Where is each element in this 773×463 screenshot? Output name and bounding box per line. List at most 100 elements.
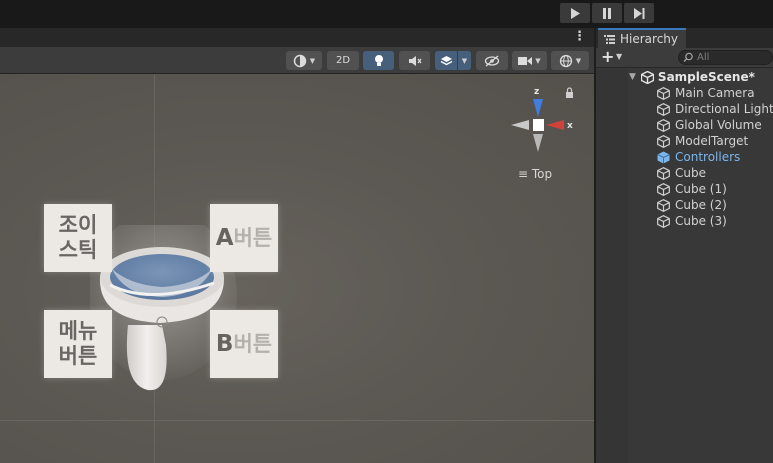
prefab-cube-icon xyxy=(657,151,670,163)
hierarchy-item[interactable]: Cube xyxy=(596,165,773,181)
effects-toggle[interactable] xyxy=(435,51,457,70)
shading-mode-button[interactable]: ▼ xyxy=(286,51,322,70)
gameobject-cube-icon xyxy=(657,214,670,228)
unity-scene-icon xyxy=(640,70,654,84)
b-button-label-rest: 버튼 xyxy=(233,331,273,356)
effects-layers-icon xyxy=(440,55,452,65)
gameobject-cube-icon xyxy=(657,166,670,180)
chevron-down-icon: ▼ xyxy=(575,56,582,65)
hierarchy-item-label: Controllers xyxy=(675,150,741,164)
lightbulb-icon xyxy=(374,55,383,66)
2d-label: 2D xyxy=(335,55,351,66)
neg-x-axis-cone[interactable] xyxy=(511,120,529,130)
hierarchy-item[interactable]: Global Volume xyxy=(596,117,773,133)
gameobject-cube-icon xyxy=(657,134,670,148)
audio-toggle[interactable] xyxy=(399,51,430,70)
hierarchy-item[interactable]: Main Camera xyxy=(596,85,773,101)
hierarchy-item[interactable]: Directional Light xyxy=(596,101,773,117)
hierarchy-item[interactable]: Cube (2) xyxy=(596,197,773,213)
hierarchy-item-label: Cube (1) xyxy=(675,182,727,196)
hierarchy-item[interactable]: Cube (1) xyxy=(596,181,773,197)
list-icon xyxy=(604,34,615,44)
play-controls-bar xyxy=(0,0,773,28)
effects-dropdown[interactable]: ▼ xyxy=(458,51,471,70)
neg-z-axis-cone[interactable] xyxy=(533,134,543,152)
x-axis-cone[interactable] xyxy=(546,120,564,130)
play-button[interactable] xyxy=(560,3,590,23)
hierarchy-item-label: Cube (2) xyxy=(675,198,727,212)
view-label[interactable]: ≡ Top xyxy=(518,167,552,181)
chevron-down-icon[interactable]: ▼ xyxy=(616,52,622,61)
a-button-label-rest: 버튼 xyxy=(233,225,273,250)
b-button-label-letter: B xyxy=(215,330,234,357)
gizmos-globe-icon xyxy=(559,54,572,67)
gameobject-cube-icon xyxy=(657,198,670,212)
gizmos-button[interactable]: ▼ xyxy=(551,51,589,70)
scene-tab-strip: ⋮ xyxy=(0,28,594,47)
add-button[interactable]: + xyxy=(601,49,614,65)
expand-arrow-icon[interactable]: ▼ xyxy=(629,72,636,82)
hierarchy-item[interactable]: Cube (3) xyxy=(596,213,773,229)
axis-z-label: z xyxy=(534,87,539,97)
z-axis-cone[interactable] xyxy=(533,99,543,117)
lighting-toggle[interactable] xyxy=(363,51,394,70)
hierarchy-tab-bar: Hierarchy xyxy=(596,28,773,48)
hierarchy-toolbar: + ▼ All xyxy=(596,48,773,68)
play-controls xyxy=(560,3,654,23)
hidden-objects-toggle[interactable] xyxy=(476,51,508,70)
grid-line xyxy=(0,420,594,421)
hierarchy-tree: ▼ SampleScene* Main Camera Directional Li… xyxy=(596,69,773,229)
joystick-label-line2: 스틱 xyxy=(58,238,98,262)
hierarchy-item[interactable]: Controllers xyxy=(596,149,773,165)
scene-view: ⋮ ▼ 2D ▼ ▼ ▼ 조이 스틱 A 버튼 메뉴 버튼 B 버튼 z x ≡… xyxy=(0,28,594,463)
pause-button[interactable] xyxy=(592,3,622,23)
2d-toggle[interactable]: 2D xyxy=(327,51,359,70)
a-button-label: A 버튼 xyxy=(210,204,278,272)
camera-settings-button[interactable]: ▼ xyxy=(512,51,547,70)
hierarchy-items: Main Camera Directional Light Global Volum… xyxy=(596,85,773,229)
scene-row[interactable]: ▼ SampleScene* xyxy=(596,69,773,85)
unity-editor: ⋮ ▼ 2D ▼ ▼ ▼ 조이 스틱 A 버튼 메뉴 버튼 B 버튼 z x ≡… xyxy=(0,0,773,463)
play-icon xyxy=(571,7,580,19)
hierarchy-item-label: Cube xyxy=(675,166,706,180)
eye-slash-icon xyxy=(484,55,500,66)
hierarchy-item-label: Cube (3) xyxy=(675,214,727,228)
chevron-down-icon: ▼ xyxy=(309,56,316,65)
search-icon xyxy=(683,52,693,62)
hamburger-icon: ≡ xyxy=(518,167,529,181)
step-icon xyxy=(633,7,644,19)
scene-toolbar: ▼ 2D ▼ ▼ ▼ xyxy=(0,47,594,74)
hierarchy-item-label: Global Volume xyxy=(675,118,762,132)
chevron-down-icon: ▼ xyxy=(461,56,468,65)
step-button[interactable] xyxy=(624,3,654,23)
search-input[interactable]: All xyxy=(678,50,773,65)
gameobject-cube-icon xyxy=(657,118,670,132)
gameobject-cube-icon xyxy=(657,102,670,116)
hierarchy-item-label: Directional Light xyxy=(675,102,773,116)
menu-label-line1: 메뉴 xyxy=(58,319,98,343)
gameobject-cube-icon xyxy=(657,182,670,196)
scene-viewport[interactable]: 조이 스틱 A 버튼 메뉴 버튼 B 버튼 xyxy=(0,75,594,463)
hierarchy-item[interactable]: ModelTarget xyxy=(596,133,773,149)
audio-mute-icon xyxy=(408,55,422,66)
search-placeholder: All xyxy=(697,52,710,63)
joystick-label: 조이 스틱 xyxy=(44,204,112,272)
a-button-label-letter: A xyxy=(215,224,234,251)
lock-icon[interactable] xyxy=(566,87,573,98)
axis-x-label: x xyxy=(567,121,573,131)
menu-label-line2: 버튼 xyxy=(58,344,98,368)
tab-hierarchy[interactable]: Hierarchy xyxy=(598,28,686,48)
menu-button-label: 메뉴 버튼 xyxy=(44,310,112,378)
hierarchy-item-label: ModelTarget xyxy=(675,134,749,148)
view-label-text: Top xyxy=(531,167,553,181)
more-options-icon[interactable]: ⋮ xyxy=(573,30,586,44)
gizmo-center-cube[interactable] xyxy=(533,119,544,131)
pause-icon xyxy=(603,7,611,19)
hierarchy-panel: Hierarchy + ▼ All ▼ SampleScene* Main Ca… xyxy=(594,28,773,463)
scene-name: SampleScene* xyxy=(657,70,755,84)
b-button-label: B 버튼 xyxy=(210,310,278,378)
chevron-down-icon: ▼ xyxy=(535,56,541,65)
shading-sphere-icon xyxy=(293,54,307,67)
camera-icon xyxy=(518,56,533,65)
orientation-gizmo[interactable]: z x xyxy=(506,84,580,160)
